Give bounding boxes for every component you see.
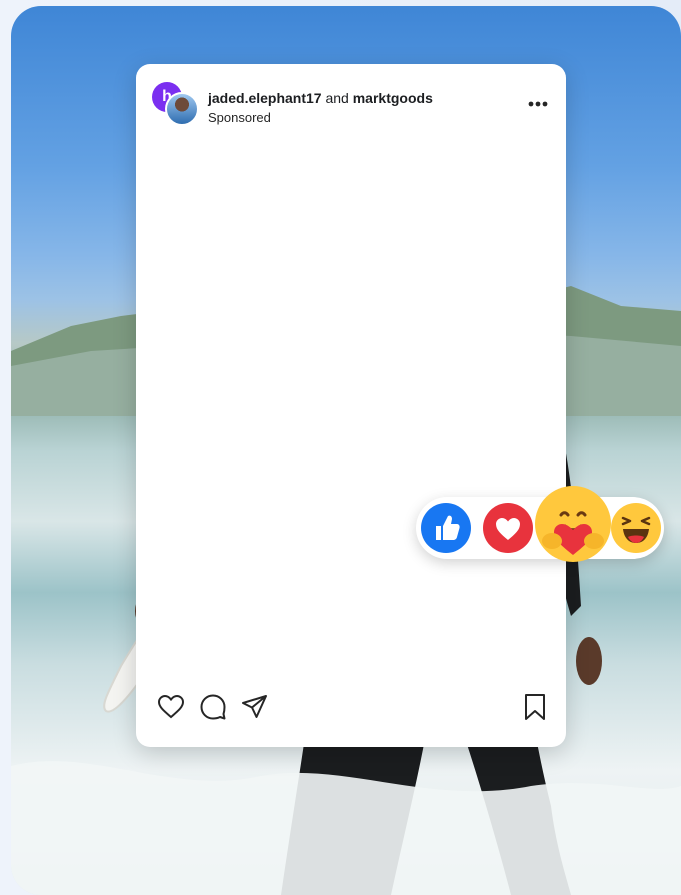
love-reaction-icon[interactable]: [482, 502, 534, 554]
author-username[interactable]: jaded.elephant17: [208, 90, 322, 106]
more-options-icon[interactable]: [526, 94, 550, 114]
comment-icon[interactable]: [198, 692, 228, 722]
care-reaction-icon[interactable]: [532, 483, 614, 565]
post-author-line: jaded.elephant17 and marktgoods: [208, 90, 433, 106]
sponsored-label: Sponsored: [208, 110, 271, 125]
post-photo[interactable]: [146, 144, 558, 681]
reactions-bar: [416, 486, 664, 562]
avatar-group[interactable]: h: [152, 82, 199, 126]
avatar: [165, 92, 199, 126]
author-connector: and: [325, 90, 349, 106]
send-icon[interactable]: [240, 692, 270, 722]
bookmark-icon[interactable]: [520, 692, 550, 722]
post-header: h jaded.elephant17 and marktgoods Sponso…: [150, 78, 552, 128]
social-post-card: h jaded.elephant17 and marktgoods Sponso…: [136, 64, 566, 747]
post-action-bar: [136, 692, 566, 732]
haha-reaction-icon[interactable]: [610, 502, 662, 554]
heart-outline-icon[interactable]: [156, 692, 186, 722]
like-reaction-icon[interactable]: [420, 502, 472, 554]
partner-username[interactable]: marktgoods: [353, 90, 433, 106]
